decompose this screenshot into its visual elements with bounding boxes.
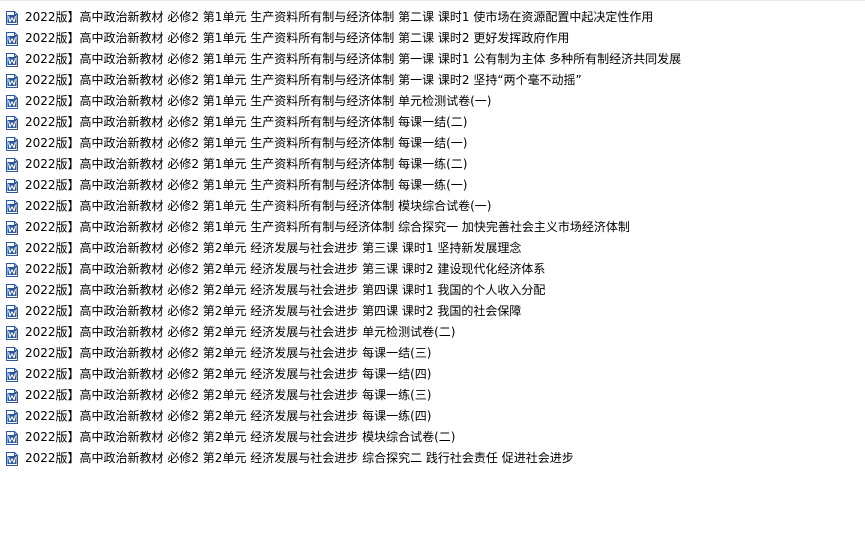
word-doc-icon <box>6 283 18 298</box>
file-name: 2022版】高中政治新教材 必修2 第2单元 经济发展与社会进步 单元检测试卷(… <box>25 325 456 339</box>
word-doc-icon <box>6 157 18 172</box>
file-name: 2022版】高中政治新教材 必修2 第1单元 生产资料所有制与经济体制 每课一练… <box>25 178 468 192</box>
word-doc-icon <box>6 199 18 214</box>
word-doc-icon <box>6 220 18 235</box>
file-row-12[interactable]: 2022版】高中政治新教材 必修2 第2单元 经济发展与社会进步 第三课 课时1… <box>0 238 865 259</box>
file-row-16[interactable]: 2022版】高中政治新教材 必修2 第2单元 经济发展与社会进步 单元检测试卷(… <box>0 322 865 343</box>
file-row-1[interactable]: 2022版】高中政治新教材 必修2 第1单元 生产资料所有制与经济体制 第二课 … <box>0 7 865 28</box>
file-row-14[interactable]: 2022版】高中政治新教材 必修2 第2单元 经济发展与社会进步 第四课 课时1… <box>0 280 865 301</box>
file-name: 2022版】高中政治新教材 必修2 第2单元 经济发展与社会进步 综合探究二 践… <box>25 451 574 465</box>
file-name: 2022版】高中政治新教材 必修2 第2单元 经济发展与社会进步 第四课 课时2… <box>25 304 522 318</box>
file-name: 2022版】高中政治新教材 必修2 第2单元 经济发展与社会进步 模块综合试卷(… <box>25 430 456 444</box>
word-doc-icon <box>6 304 18 319</box>
word-doc-icon <box>6 430 18 445</box>
word-doc-icon <box>6 178 18 193</box>
file-row-15[interactable]: 2022版】高中政治新教材 必修2 第2单元 经济发展与社会进步 第四课 课时2… <box>0 301 865 322</box>
file-row-21[interactable]: 2022版】高中政治新教材 必修2 第2单元 经济发展与社会进步 模块综合试卷(… <box>0 427 865 448</box>
word-doc-icon <box>6 73 18 88</box>
file-row-22[interactable]: 2022版】高中政治新教材 必修2 第2单元 经济发展与社会进步 综合探究二 践… <box>0 448 865 469</box>
file-row-5[interactable]: 2022版】高中政治新教材 必修2 第1单元 生产资料所有制与经济体制 单元检测… <box>0 91 865 112</box>
file-name: 2022版】高中政治新教材 必修2 第2单元 经济发展与社会进步 第四课 课时1… <box>25 283 546 297</box>
file-row-18[interactable]: 2022版】高中政治新教材 必修2 第2单元 经济发展与社会进步 每课一结(四) <box>0 364 865 385</box>
file-row-9[interactable]: 2022版】高中政治新教材 必修2 第1单元 生产资料所有制与经济体制 每课一练… <box>0 175 865 196</box>
file-name: 2022版】高中政治新教材 必修2 第1单元 生产资料所有制与经济体制 模块综合… <box>25 199 492 213</box>
file-row-20[interactable]: 2022版】高中政治新教材 必修2 第2单元 经济发展与社会进步 每课一练(四) <box>0 406 865 427</box>
file-list: 2022版】高中政治新教材 必修2 第1单元 生产资料所有制与经济体制 第二课 … <box>0 7 865 469</box>
file-row-8[interactable]: 2022版】高中政治新教材 必修2 第1单元 生产资料所有制与经济体制 每课一练… <box>0 154 865 175</box>
word-doc-icon <box>6 367 18 382</box>
word-doc-icon <box>6 388 18 403</box>
top-border <box>0 0 865 1</box>
file-name: 2022版】高中政治新教材 必修2 第1单元 生产资料所有制与经济体制 单元检测… <box>25 94 492 108</box>
file-name: 2022版】高中政治新教材 必修2 第1单元 生产资料所有制与经济体制 每课一练… <box>25 157 468 171</box>
file-name: 2022版】高中政治新教材 必修2 第2单元 经济发展与社会进步 每课一练(四) <box>25 409 432 423</box>
file-row-10[interactable]: 2022版】高中政治新教材 必修2 第1单元 生产资料所有制与经济体制 模块综合… <box>0 196 865 217</box>
word-doc-icon <box>6 31 18 46</box>
file-name: 2022版】高中政治新教材 必修2 第1单元 生产资料所有制与经济体制 每课一结… <box>25 115 468 129</box>
word-doc-icon <box>6 136 18 151</box>
file-name: 2022版】高中政治新教材 必修2 第2单元 经济发展与社会进步 每课一结(三) <box>25 346 432 360</box>
word-doc-icon <box>6 346 18 361</box>
word-doc-icon <box>6 10 18 25</box>
file-row-4[interactable]: 2022版】高中政治新教材 必修2 第1单元 生产资料所有制与经济体制 第一课 … <box>0 70 865 91</box>
file-row-17[interactable]: 2022版】高中政治新教材 必修2 第2单元 经济发展与社会进步 每课一结(三) <box>0 343 865 364</box>
file-row-2[interactable]: 2022版】高中政治新教材 必修2 第1单元 生产资料所有制与经济体制 第二课 … <box>0 28 865 49</box>
file-name: 2022版】高中政治新教材 必修2 第2单元 经济发展与社会进步 第三课 课时1… <box>25 241 522 255</box>
file-row-3[interactable]: 2022版】高中政治新教材 必修2 第1单元 生产资料所有制与经济体制 第一课 … <box>0 49 865 70</box>
file-name: 2022版】高中政治新教材 必修2 第2单元 经济发展与社会进步 第三课 课时2… <box>25 262 546 276</box>
word-doc-icon <box>6 325 18 340</box>
file-row-13[interactable]: 2022版】高中政治新教材 必修2 第2单元 经济发展与社会进步 第三课 课时2… <box>0 259 865 280</box>
word-doc-icon <box>6 52 18 67</box>
file-row-7[interactable]: 2022版】高中政治新教材 必修2 第1单元 生产资料所有制与经济体制 每课一结… <box>0 133 865 154</box>
file-name: 2022版】高中政治新教材 必修2 第2单元 经济发展与社会进步 每课一结(四) <box>25 367 432 381</box>
word-doc-icon <box>6 241 18 256</box>
word-doc-icon <box>6 115 18 130</box>
file-explorer-window: 2022版】高中政治新教材 必修2 第1单元 生产资料所有制与经济体制 第二课 … <box>0 0 865 540</box>
file-row-6[interactable]: 2022版】高中政治新教材 必修2 第1单元 生产资料所有制与经济体制 每课一结… <box>0 112 865 133</box>
word-doc-icon <box>6 262 18 277</box>
file-name: 2022版】高中政治新教材 必修2 第1单元 生产资料所有制与经济体制 第一课 … <box>25 52 682 66</box>
file-row-11[interactable]: 2022版】高中政治新教材 必修2 第1单元 生产资料所有制与经济体制 综合探究… <box>0 217 865 238</box>
file-name: 2022版】高中政治新教材 必修2 第1单元 生产资料所有制与经济体制 第一课 … <box>25 73 582 87</box>
file-name: 2022版】高中政治新教材 必修2 第1单元 生产资料所有制与经济体制 综合探究… <box>25 220 630 234</box>
file-name: 2022版】高中政治新教材 必修2 第1单元 生产资料所有制与经济体制 第二课 … <box>25 31 570 45</box>
file-name: 2022版】高中政治新教材 必修2 第1单元 生产资料所有制与经济体制 每课一结… <box>25 136 468 150</box>
file-name: 2022版】高中政治新教材 必修2 第1单元 生产资料所有制与经济体制 第二课 … <box>25 10 654 24</box>
file-row-19[interactable]: 2022版】高中政治新教材 必修2 第2单元 经济发展与社会进步 每课一练(三) <box>0 385 865 406</box>
word-doc-icon <box>6 451 18 466</box>
file-name: 2022版】高中政治新教材 必修2 第2单元 经济发展与社会进步 每课一练(三) <box>25 388 432 402</box>
word-doc-icon <box>6 409 18 424</box>
word-doc-icon <box>6 94 18 109</box>
